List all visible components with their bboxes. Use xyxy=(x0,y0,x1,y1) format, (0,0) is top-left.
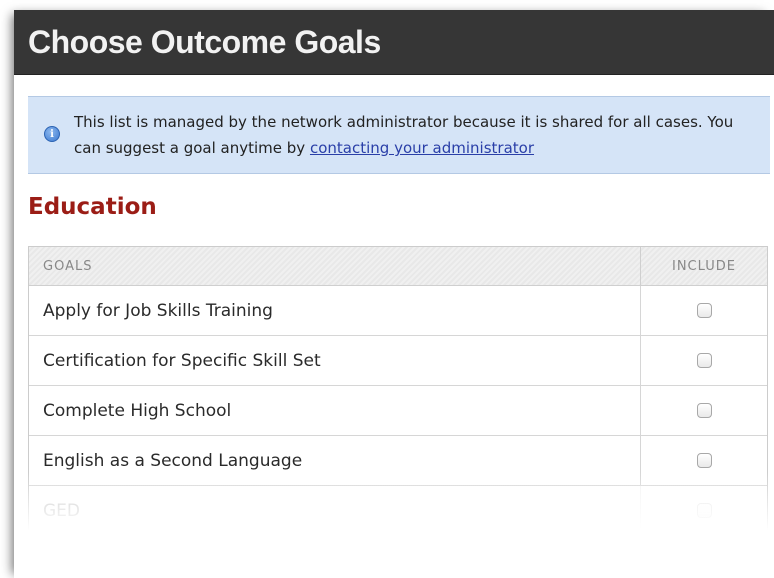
page-title: Choose Outcome Goals xyxy=(28,23,381,60)
table-row: Complete High School xyxy=(29,386,767,436)
notice-text: This list is managed by the network admi… xyxy=(74,109,754,161)
column-header-goals: GOALS xyxy=(29,247,641,285)
column-header-include: INCLUDE xyxy=(672,258,736,274)
goals-table: GOALS INCLUDE Apply for Job Skills Train… xyxy=(28,246,768,535)
include-checkbox[interactable] xyxy=(696,403,712,418)
include-checkbox[interactable] xyxy=(696,453,712,468)
table-row: GED xyxy=(29,486,767,535)
include-checkbox[interactable] xyxy=(696,353,712,368)
goal-label: Certification for Specific Skill Set xyxy=(29,336,641,385)
table-row: Apply for Job Skills Training xyxy=(29,286,767,336)
include-checkbox[interactable] xyxy=(696,303,712,318)
outcome-goals-dialog: Choose Outcome Goals i This list is mana… xyxy=(14,10,774,578)
include-checkbox[interactable] xyxy=(696,503,712,518)
table-header: GOALS INCLUDE xyxy=(29,247,767,286)
goal-label: English as a Second Language xyxy=(29,436,641,485)
table-row: Certification for Specific Skill Set xyxy=(29,336,767,386)
table-row: English as a Second Language xyxy=(29,436,767,486)
section-heading: Education xyxy=(28,194,157,220)
goal-label: Apply for Job Skills Training xyxy=(29,286,641,335)
goal-label: GED xyxy=(29,486,641,535)
goal-label: Complete High School xyxy=(29,386,641,435)
info-icon: i xyxy=(44,126,60,142)
title-bar: Choose Outcome Goals xyxy=(14,10,774,75)
contact-administrator-link[interactable]: contacting your administrator xyxy=(310,139,534,157)
info-notice: i This list is managed by the network ad… xyxy=(28,96,770,174)
